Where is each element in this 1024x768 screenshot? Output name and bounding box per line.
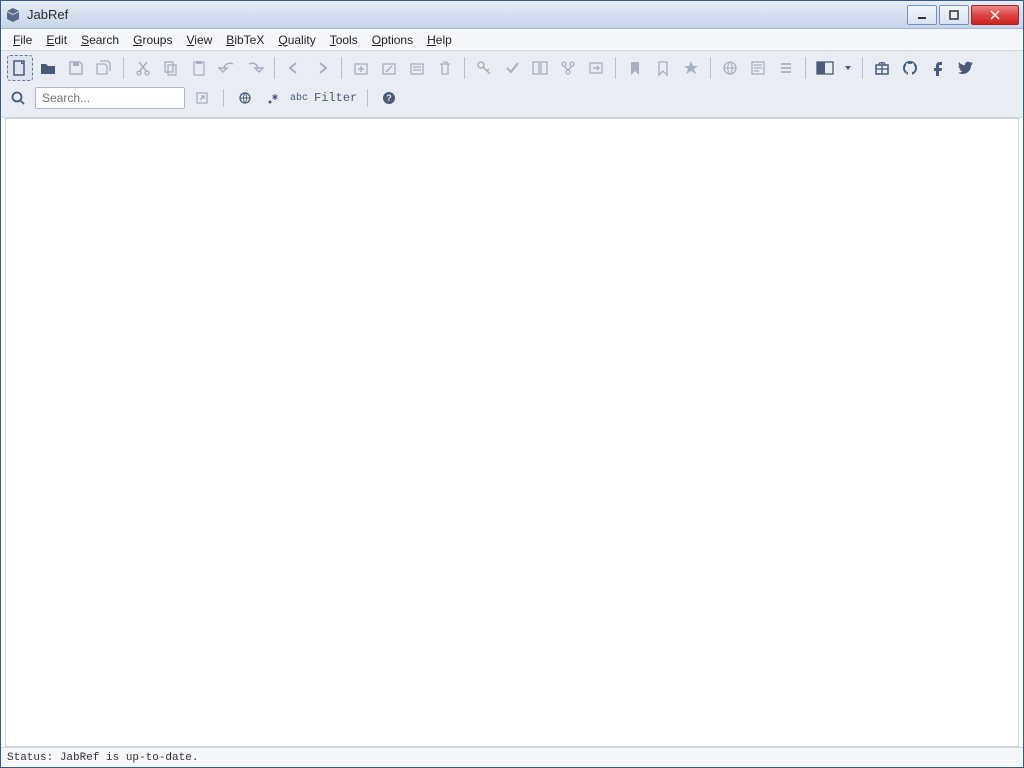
save-button[interactable] [63, 55, 89, 81]
open-search-button[interactable] [191, 87, 213, 109]
abc-filter-label[interactable]: abc [290, 93, 308, 104]
star-button[interactable] [678, 55, 704, 81]
menubar: File Edit Search Groups View BibTeX Qual… [1, 29, 1023, 51]
filter-label: Filter [314, 91, 357, 105]
menu-file[interactable]: File [7, 31, 38, 49]
toolbar-separator [341, 57, 342, 79]
menu-edit[interactable]: Edit [40, 31, 73, 49]
menu-tools[interactable]: Tools [324, 31, 364, 49]
toolbar: abc Filter ? [1, 51, 1023, 118]
regex-filter-icon[interactable] [262, 87, 284, 109]
new-entry-plain-button[interactable] [376, 55, 402, 81]
menu-quality[interactable]: Quality [272, 31, 321, 49]
twitter-button[interactable] [953, 55, 979, 81]
toolbar-separator [123, 57, 124, 79]
status-message: JabRef is up-to-date. [60, 752, 199, 764]
forward-button[interactable] [309, 55, 335, 81]
menu-bibtex[interactable]: BibTeX [220, 31, 270, 49]
maximize-button[interactable] [939, 5, 969, 25]
redo-button[interactable] [242, 55, 268, 81]
app-icon [5, 7, 21, 23]
donate-button[interactable] [869, 55, 895, 81]
mark-button[interactable] [622, 55, 648, 81]
menu-groups[interactable]: Groups [127, 31, 178, 49]
paste-button[interactable] [186, 55, 212, 81]
main-window: JabRef File Edit Search Groups View BibT… [0, 0, 1024, 768]
cleanup-button[interactable] [499, 55, 525, 81]
toolbar-separator [862, 57, 863, 79]
globe-filter-icon[interactable] [234, 87, 256, 109]
status-label: Status [7, 752, 47, 764]
back-button[interactable] [281, 55, 307, 81]
search-icon[interactable] [7, 87, 29, 109]
toolbar-separator [367, 89, 368, 107]
delete-button[interactable] [432, 55, 458, 81]
github-button[interactable] [897, 55, 923, 81]
svg-text:?: ? [386, 93, 392, 103]
toolbar-separator [805, 57, 806, 79]
edit-entry-button[interactable] [404, 55, 430, 81]
minimize-button[interactable] [907, 5, 937, 25]
push-button[interactable] [583, 55, 609, 81]
menu-search[interactable]: Search [75, 31, 125, 49]
toolbar-row-search: abc Filter ? [7, 85, 1017, 113]
preview-dropdown-button[interactable] [840, 55, 856, 81]
unmark-button[interactable] [650, 55, 676, 81]
save-all-button[interactable] [91, 55, 117, 81]
facebook-button[interactable] [925, 55, 951, 81]
help-search-button[interactable]: ? [378, 87, 400, 109]
content-area [5, 118, 1019, 747]
generate-key-button[interactable] [471, 55, 497, 81]
toolbar-separator [464, 57, 465, 79]
toolbar-separator [710, 57, 711, 79]
toolbar-separator [223, 89, 224, 107]
undo-button[interactable] [214, 55, 240, 81]
pull-changes-button[interactable] [555, 55, 581, 81]
merge-button[interactable] [527, 55, 553, 81]
window-title: JabRef [27, 7, 68, 22]
new-from-web-button[interactable] [745, 55, 771, 81]
close-button[interactable] [971, 5, 1019, 25]
menu-help[interactable]: Help [421, 31, 458, 49]
window-controls [907, 5, 1019, 25]
titlebar: JabRef [1, 1, 1023, 29]
toolbar-separator [274, 57, 275, 79]
open-database-button[interactable] [35, 55, 61, 81]
copy-button[interactable] [158, 55, 184, 81]
statusbar: Status: JabRef is up-to-date. [1, 747, 1023, 767]
search-input[interactable] [35, 87, 185, 109]
cut-button[interactable] [130, 55, 156, 81]
menu-options[interactable]: Options [366, 31, 419, 49]
toolbar-separator [615, 57, 616, 79]
new-database-button[interactable] [7, 55, 33, 81]
list-button[interactable] [773, 55, 799, 81]
menu-view[interactable]: View [180, 31, 218, 49]
preview-toggle-button[interactable] [812, 55, 838, 81]
toolbar-row-main [7, 55, 1017, 81]
new-entry-button[interactable] [348, 55, 374, 81]
web-search-button[interactable] [717, 55, 743, 81]
